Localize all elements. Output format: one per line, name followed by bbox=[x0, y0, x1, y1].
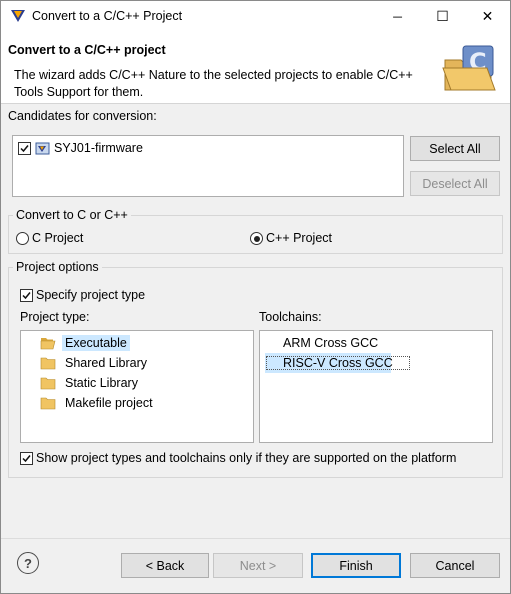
maximize-button[interactable]: ☐ bbox=[420, 1, 465, 32]
close-button[interactable]: ✕ bbox=[465, 1, 510, 32]
show-supported-checkbox[interactable] bbox=[20, 452, 33, 465]
folder-icon bbox=[40, 377, 56, 390]
c-wizard-folder-icon: C bbox=[442, 45, 496, 91]
maximize-icon: ☐ bbox=[436, 8, 449, 24]
finish-button[interactable]: Finish bbox=[311, 553, 401, 578]
toolchain-arm: ARM Cross GCC bbox=[283, 336, 379, 350]
project-type-item[interactable]: Static Library bbox=[40, 373, 141, 393]
convert-language-label: Convert to C or C++ bbox=[13, 208, 131, 222]
toolchains-list[interactable]: ARM Cross GCC RISC-V Cross GCC bbox=[259, 330, 493, 443]
title-bar: Convert to a C/C++ Project ─ ☐ ✕ bbox=[1, 1, 510, 32]
c-project-radio[interactable] bbox=[16, 232, 29, 245]
minimize-icon: ─ bbox=[393, 9, 402, 24]
candidate-item[interactable]: SYJ01-firmware bbox=[18, 138, 143, 158]
deselect-all-button[interactable]: Deselect All bbox=[410, 171, 500, 196]
project-type-label: Project type: bbox=[20, 310, 90, 324]
project-type-item[interactable]: Makefile project bbox=[40, 393, 156, 413]
cpp-project-radio[interactable] bbox=[250, 232, 263, 245]
candidate-name: SYJ01-firmware bbox=[54, 141, 143, 155]
c-project-label[interactable]: C Project bbox=[32, 231, 83, 245]
candidates-label: Candidates for conversion: bbox=[8, 109, 157, 123]
cpp-project-label[interactable]: C++ Project bbox=[266, 231, 332, 245]
next-button[interactable]: Next > bbox=[213, 553, 303, 578]
footer-separator bbox=[1, 538, 510, 539]
folder-open-icon bbox=[40, 338, 56, 350]
radio-selected-dot bbox=[253, 235, 260, 242]
finish-button-label: Finish bbox=[339, 558, 373, 573]
close-icon: ✕ bbox=[481, 8, 494, 24]
select-all-button[interactable]: Select All bbox=[410, 136, 500, 161]
project-type-executable: Executable bbox=[62, 335, 130, 351]
specify-project-type-checkbox[interactable] bbox=[20, 289, 33, 302]
project-options-label: Project options bbox=[13, 260, 102, 274]
candidates-list[interactable]: SYJ01-firmware bbox=[12, 135, 404, 197]
toolchain-riscv: RISC-V Cross GCC bbox=[265, 355, 411, 371]
wizard-banner: Convert to a C/C++ project The wizard ad… bbox=[1, 32, 510, 104]
back-button-label: < Back bbox=[145, 558, 185, 573]
candidate-checkbox[interactable] bbox=[18, 141, 31, 155]
convert-project-dialog: Convert to a C/C++ Project ─ ☐ ✕ Convert… bbox=[0, 0, 511, 594]
project-type-makefile: Makefile project bbox=[65, 396, 153, 410]
back-button[interactable]: < Back bbox=[121, 553, 209, 578]
specify-project-type-label[interactable]: Specify project type bbox=[36, 288, 145, 302]
eclipse-app-icon bbox=[11, 10, 25, 22]
project-type-list[interactable]: Executable Shared Library Static Library… bbox=[20, 330, 254, 443]
project-type-item[interactable]: Shared Library bbox=[40, 353, 150, 373]
show-supported-label[interactable]: Show project types and toolchains only i… bbox=[36, 451, 456, 465]
project-type-shared-library: Shared Library bbox=[65, 356, 147, 370]
window-title: Convert to a C/C++ Project bbox=[32, 9, 183, 23]
project-type-item[interactable]: Executable bbox=[40, 333, 130, 353]
toolchain-item[interactable]: ARM Cross GCC bbox=[265, 333, 489, 353]
help-icon[interactable]: ? bbox=[17, 552, 39, 574]
minimize-button[interactable]: ─ bbox=[375, 1, 420, 32]
wizard-heading: Convert to a C/C++ project bbox=[8, 43, 166, 57]
toolchains-label: Toolchains: bbox=[259, 310, 322, 324]
toolchain-item-selected[interactable]: RISC-V Cross GCC bbox=[265, 353, 410, 373]
project-icon bbox=[35, 142, 50, 155]
folder-icon bbox=[40, 397, 56, 410]
next-button-label: Next > bbox=[239, 558, 277, 573]
folder-icon bbox=[40, 357, 56, 370]
cancel-button-label: Cancel bbox=[435, 558, 475, 573]
cancel-button[interactable]: Cancel bbox=[410, 553, 500, 578]
wizard-description: The wizard adds C/C++ Nature to the sele… bbox=[14, 68, 413, 99]
project-type-static-library: Static Library bbox=[65, 376, 138, 390]
